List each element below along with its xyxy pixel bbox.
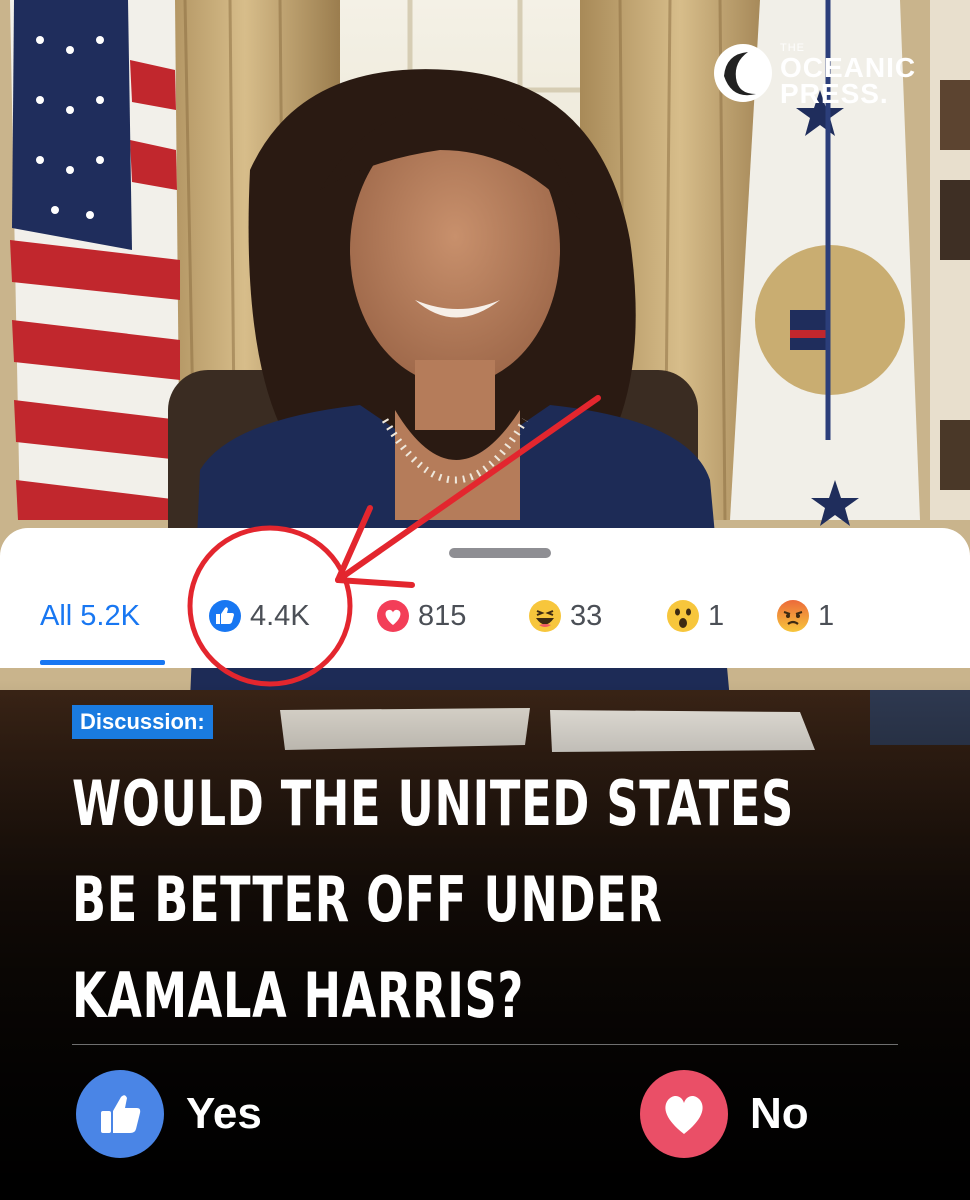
- tab-angry-reactions[interactable]: 1: [776, 592, 834, 640]
- publisher-logo-subname: PRESS.: [780, 78, 889, 109]
- tab-haha-reactions[interactable]: 33: [528, 592, 602, 640]
- thumbs-up-icon: [76, 1070, 164, 1158]
- post-headline: WOULD THE UNITED STATES BE BETTER OFF UN…: [72, 756, 932, 1044]
- poll-yes-option[interactable]: Yes: [76, 1070, 262, 1158]
- reaction-tabs: All 5.2K 4.4K 815 33 1 1: [0, 592, 970, 640]
- haha-count: 33: [570, 599, 603, 632]
- poll-no-label: No: [750, 1089, 809, 1138]
- poll-yes-label: Yes: [186, 1089, 262, 1138]
- wow-icon: [667, 600, 699, 632]
- angry-icon: [777, 600, 809, 632]
- angry-count: 1: [818, 599, 835, 632]
- headline-line-3: KAMALA HARRIS?: [72, 959, 525, 1032]
- tab-like-reactions[interactable]: 4.4K: [208, 592, 310, 640]
- like-icon: [209, 600, 241, 632]
- us-flag: [10, 0, 180, 520]
- oceanic-press-logo-icon: [714, 44, 772, 102]
- divider: [72, 1044, 898, 1045]
- active-tab-indicator: [40, 660, 165, 665]
- publisher-logo: THE OCEANIC PRESS.: [712, 40, 942, 109]
- wow-count: 1: [708, 599, 725, 632]
- heart-icon: [640, 1070, 728, 1158]
- haha-icon: [529, 600, 561, 632]
- like-count: 4.4K: [250, 599, 310, 632]
- headline-line-2: BE BETTER OFF UNDER: [72, 863, 663, 936]
- tab-wow-reactions[interactable]: 1: [666, 592, 724, 640]
- love-icon: [377, 600, 409, 632]
- love-count: 815: [418, 599, 467, 632]
- sheet-drag-handle[interactable]: [449, 548, 551, 558]
- tab-all-reactions[interactable]: All 5.2K: [40, 592, 140, 640]
- discussion-tag: Discussion:: [72, 705, 213, 739]
- tab-all-label: All 5.2K: [40, 599, 140, 632]
- tab-love-reactions[interactable]: 815: [376, 592, 466, 640]
- poll-no-option[interactable]: No: [640, 1070, 809, 1158]
- post-image: THE OCEANIC PRESS. All 5.2K 4.4K 815 33 …: [0, 0, 970, 1200]
- headline-line-1: WOULD THE UNITED STATES: [72, 767, 794, 840]
- reactions-sheet: All 5.2K 4.4K 815 33 1 1: [0, 528, 970, 668]
